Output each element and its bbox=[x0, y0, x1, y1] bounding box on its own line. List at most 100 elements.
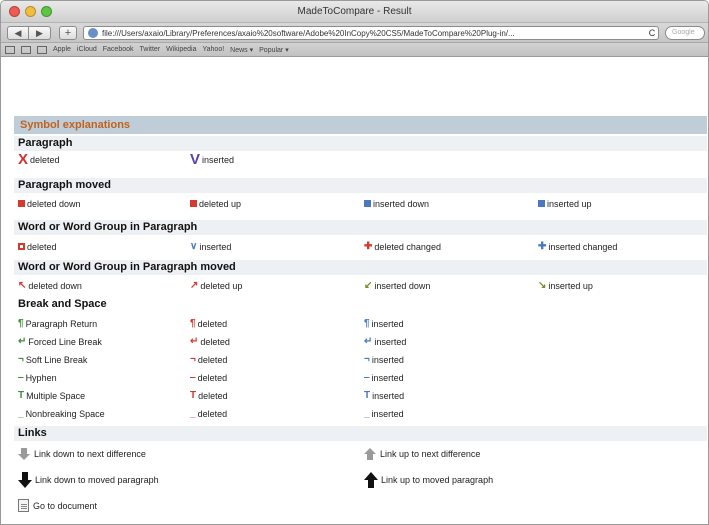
break-inserted: ‒ inserted bbox=[364, 370, 404, 385]
section-paragraph: Paragraph bbox=[14, 136, 707, 151]
section-word-group: Word or Word Group in Paragraph bbox=[14, 220, 707, 235]
hyphen-icon: ‒ bbox=[364, 371, 370, 383]
nonbreaking-space-icon: _ bbox=[190, 407, 196, 419]
back-button[interactable]: ◀ bbox=[7, 26, 29, 40]
item-label: inserted changed bbox=[548, 241, 618, 252]
item-label: deleted bbox=[197, 318, 228, 329]
bookmark-item[interactable]: Apple bbox=[53, 46, 71, 53]
black-down-arrow-icon bbox=[18, 471, 32, 488]
break-row: ¬ Soft Line Break ¬ deleted ¬ inserted bbox=[14, 352, 707, 367]
break-deleted: _ deleted bbox=[190, 406, 227, 421]
item-label: Link up to moved paragraph bbox=[381, 474, 494, 485]
forced-line-break-icon: ↵ bbox=[18, 335, 27, 347]
nonbreaking-space-icon: _ bbox=[18, 407, 24, 419]
bookmark-item[interactable]: Popular ▾ bbox=[259, 46, 289, 54]
break-name: ¬ Soft Line Break bbox=[18, 352, 87, 367]
go-to-document[interactable]: Go to document bbox=[18, 498, 97, 513]
top-sites-icon[interactable] bbox=[37, 45, 47, 54]
bookmark-item[interactable]: Twitter bbox=[140, 46, 161, 53]
section-title: Paragraph moved bbox=[18, 179, 111, 191]
bookmark-item[interactable]: Facebook bbox=[103, 46, 134, 53]
document-icon bbox=[18, 499, 29, 512]
box-red-icon bbox=[18, 243, 25, 250]
item-label: inserted down bbox=[373, 198, 430, 209]
break-deleted: Tdeleted bbox=[190, 388, 228, 403]
show-all-bookmarks-icon[interactable] bbox=[21, 45, 31, 54]
url-text[interactable]: file:///Users/axaio/Library/Preferences/… bbox=[102, 29, 646, 38]
break-inserted: _ inserted bbox=[364, 406, 404, 421]
break-inserted: ¶ inserted bbox=[364, 316, 404, 331]
item-label: Link down to moved paragraph bbox=[35, 474, 159, 485]
item-label: deleted up bbox=[200, 280, 243, 291]
break-inserted: Tinserted bbox=[364, 388, 404, 403]
item-label: inserted bbox=[372, 390, 405, 401]
forced-line-break-icon: ↵ bbox=[190, 335, 199, 347]
word-moved-deleted-down: ↖ deleted down bbox=[18, 278, 82, 293]
link-up-moved-paragraph[interactable]: Link up to moved paragraph bbox=[364, 471, 494, 488]
multiple-space-icon: T bbox=[190, 389, 197, 401]
bookmark-item[interactable]: Wikipedia bbox=[166, 46, 196, 53]
paragraph-return-icon: ¶ bbox=[190, 317, 196, 329]
paragraph-moved-deleted-down: deleted down bbox=[18, 196, 81, 211]
item-label: deleted bbox=[197, 354, 228, 365]
arrow-olive-icon: ↙ bbox=[364, 279, 373, 291]
forward-arrow-icon: ▶ bbox=[36, 27, 43, 38]
site-icon bbox=[88, 28, 98, 38]
reading-list-icon[interactable] bbox=[5, 45, 15, 54]
item-label: inserted bbox=[371, 408, 404, 419]
forced-line-break-icon: ↵ bbox=[364, 335, 373, 347]
address-bar[interactable]: file:///Users/axaio/Library/Preferences/… bbox=[83, 26, 659, 40]
link-down-next-difference[interactable]: Link down to next difference bbox=[18, 446, 146, 461]
square-blue-icon bbox=[364, 200, 371, 207]
back-arrow-icon: ◀ bbox=[14, 27, 22, 38]
forward-button[interactable]: ▶ bbox=[29, 26, 51, 40]
nonbreaking-space-icon: _ bbox=[364, 407, 370, 419]
link-down-moved-paragraph[interactable]: Link down to moved paragraph bbox=[18, 471, 159, 488]
break-inserted: ↵ inserted bbox=[364, 334, 406, 349]
bookmark-item[interactable]: iCloud bbox=[77, 46, 97, 53]
item-label: Go to document bbox=[33, 500, 98, 511]
item-label: Paragraph Return bbox=[25, 318, 98, 329]
paragraph-return-icon: ¶ bbox=[18, 317, 24, 329]
link-up-next-difference[interactable]: Link up to next difference bbox=[364, 446, 480, 461]
item-label: inserted bbox=[371, 372, 404, 383]
gray-up-arrow-icon bbox=[364, 447, 376, 460]
item-label: inserted bbox=[374, 336, 407, 347]
section-title: Break and Space bbox=[18, 298, 107, 310]
add-bookmark-button[interactable]: + bbox=[59, 26, 77, 40]
word-group-moved-row: ↖ deleted down ↗ deleted up ↙ inserted d… bbox=[14, 278, 707, 293]
gray-down-arrow-icon bbox=[18, 447, 30, 460]
title-bar: MadeToCompare - Result bbox=[1, 1, 708, 23]
caret-blue-icon: ∨ bbox=[190, 240, 198, 252]
word-deleted-changed: ✚ deleted changed bbox=[364, 239, 441, 254]
break-name: _ Nonbreaking Space bbox=[18, 406, 105, 421]
symbol-explanations-header: Symbol explanations bbox=[14, 116, 707, 134]
multiple-space-icon: T bbox=[18, 389, 25, 401]
paragraph-moved-inserted-down: inserted down bbox=[364, 196, 429, 211]
word-group-row: deleted ∨ inserted ✚ deleted changed ✚ i… bbox=[14, 239, 707, 254]
item-label: Hyphen bbox=[25, 372, 57, 383]
break-name: ‒ Hyphen bbox=[18, 370, 57, 385]
links-row: Link down to moved paragraph Link up to … bbox=[14, 471, 707, 488]
page-title: Symbol explanations bbox=[20, 119, 131, 131]
bookmark-item[interactable]: Yahoo! bbox=[203, 46, 225, 53]
black-up-arrow-icon bbox=[364, 471, 378, 488]
bookmark-item[interactable]: News ▾ bbox=[230, 46, 253, 54]
search-field[interactable]: Google bbox=[665, 26, 705, 40]
bookmarks-bar: Apple iCloud Facebook Twitter Wikipedia … bbox=[1, 43, 708, 57]
item-label: deleted bbox=[27, 241, 57, 252]
links-row: Go to document bbox=[14, 498, 707, 513]
item-label: deleted bbox=[30, 154, 60, 165]
paragraph-moved-deleted-up: deleted up bbox=[190, 196, 241, 211]
soft-line-break-icon: ¬ bbox=[364, 353, 370, 365]
section-title: Paragraph bbox=[18, 137, 73, 149]
reload-icon[interactable]: C bbox=[646, 28, 658, 38]
item-label: inserted bbox=[371, 354, 404, 365]
paragraph-moved-row: deleted down deleted up inserted down in… bbox=[14, 196, 707, 211]
break-row: ↵ Forced Line Break ↵ deleted ↵ inserted bbox=[14, 334, 707, 349]
item-label: inserted up bbox=[547, 198, 592, 209]
item-label: inserted bbox=[199, 241, 232, 252]
item-label: inserted up bbox=[548, 280, 593, 291]
item-label: deleted down bbox=[27, 198, 81, 209]
paragraph-row: X deleted V inserted bbox=[14, 152, 707, 167]
